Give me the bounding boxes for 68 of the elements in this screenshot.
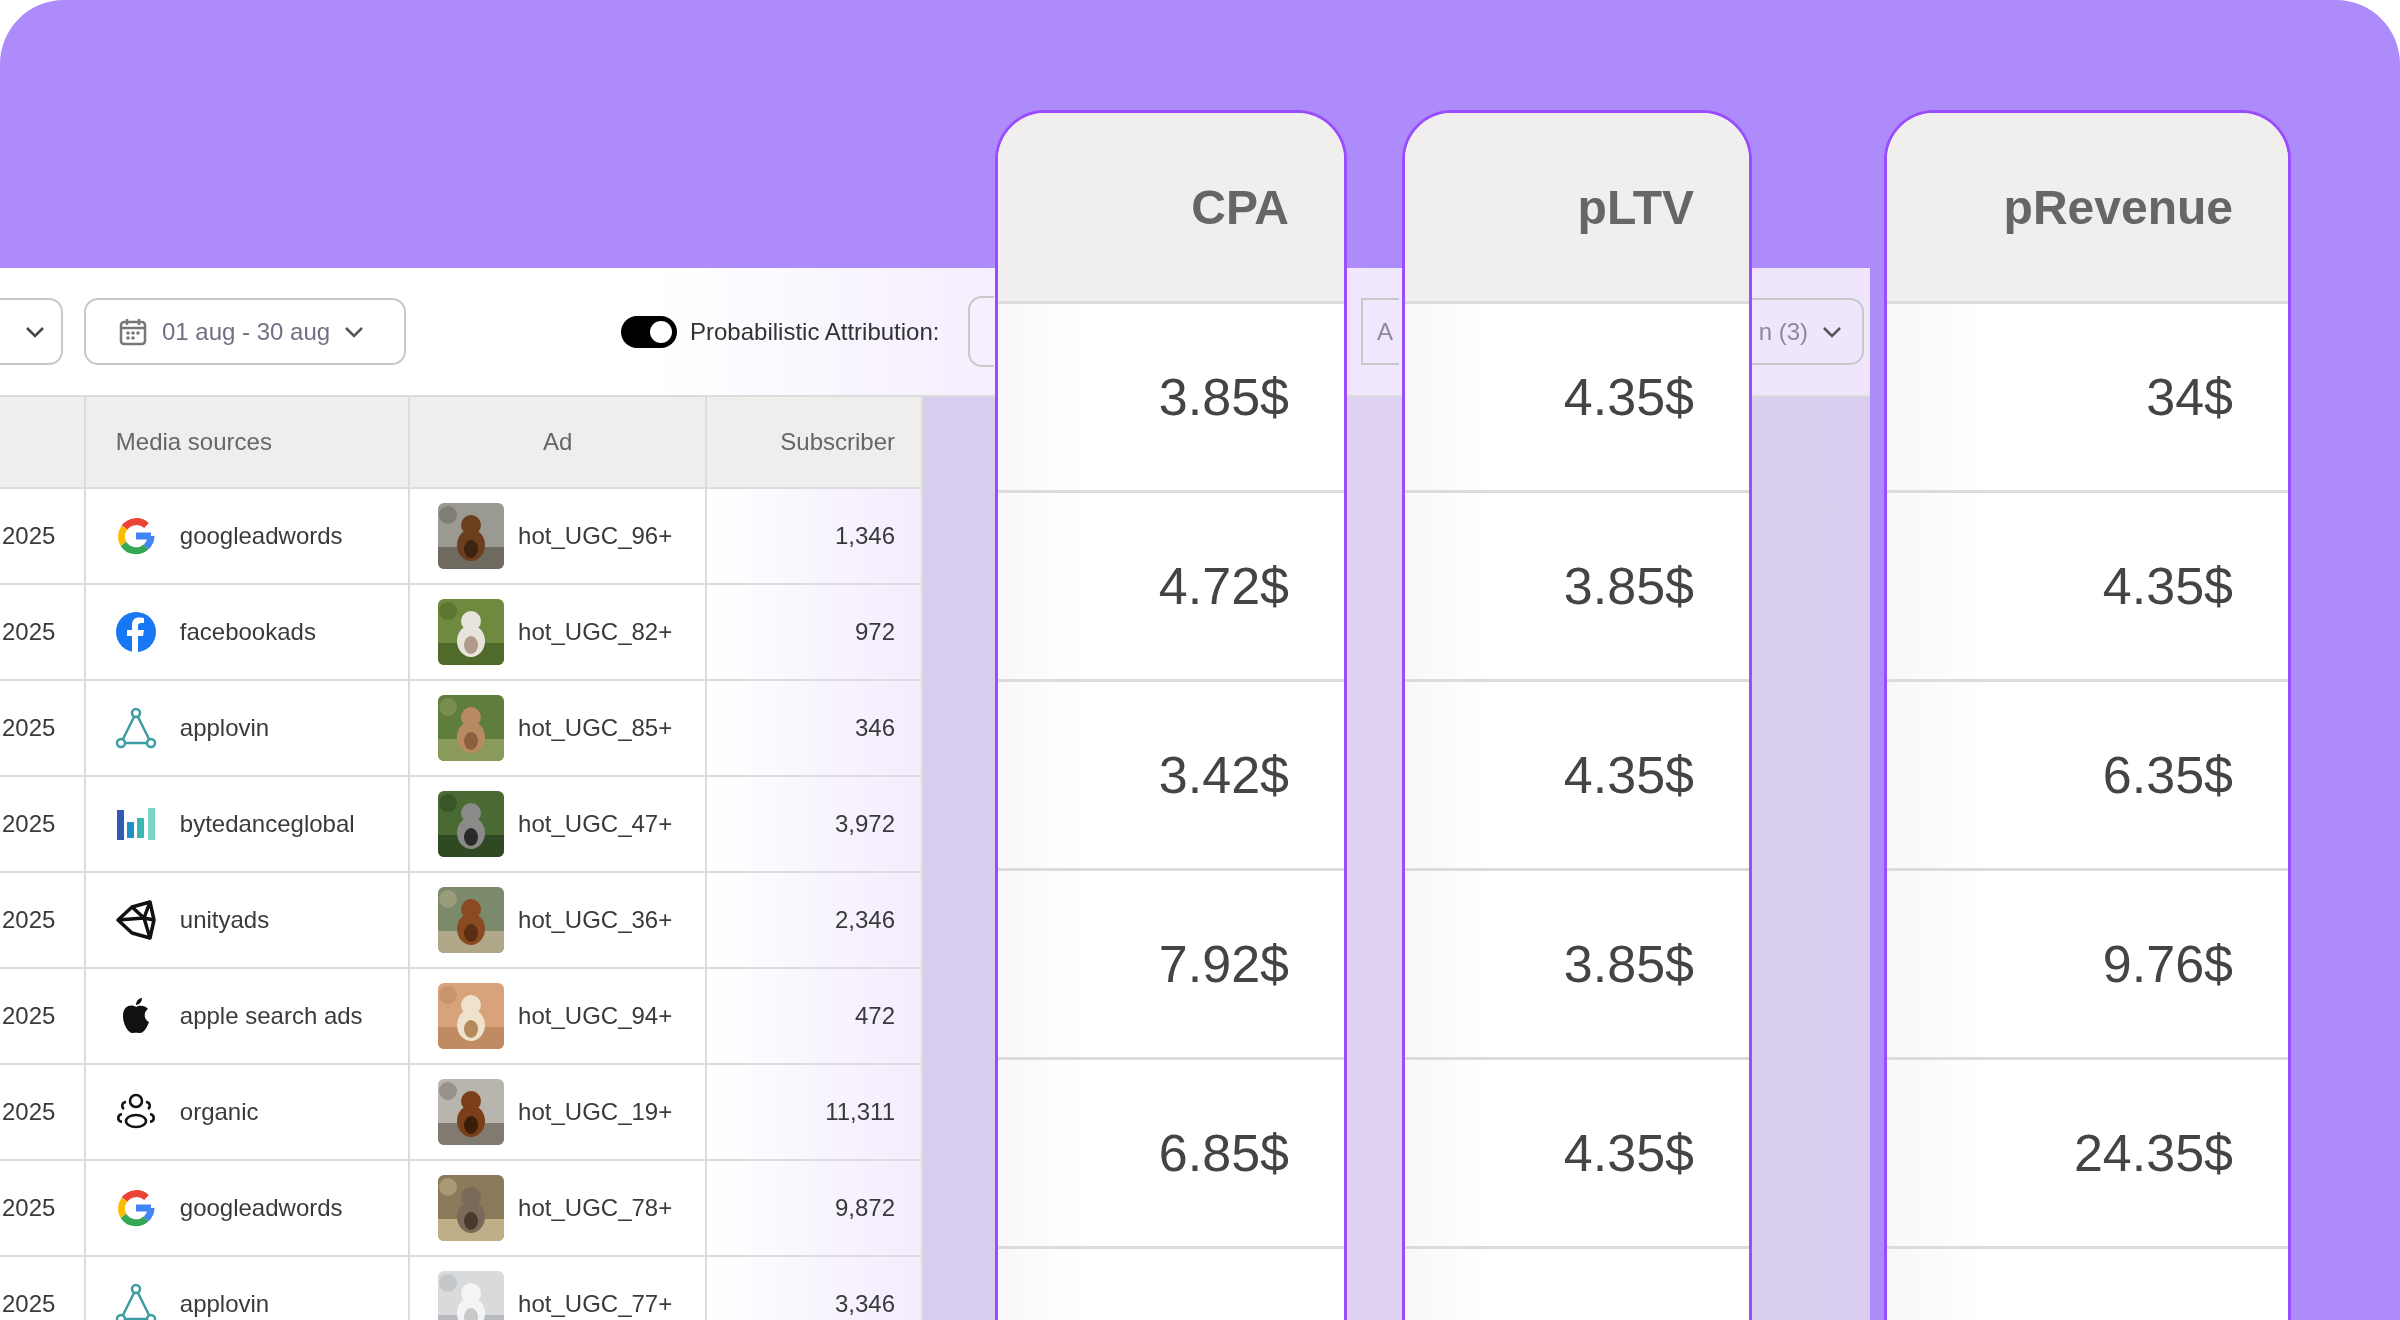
metric-value: 3.85$	[1563, 556, 1694, 616]
media-source-name: unityads	[179, 906, 270, 934]
ad-name: hot_UGC_77+	[518, 1290, 673, 1318]
metric-value: 3.42$	[1158, 745, 1289, 805]
subscriber-count: 1,346	[834, 522, 895, 550]
date-cell: 2025	[2, 810, 56, 838]
filter-segment[interactable]: A	[1361, 298, 1399, 365]
triangle-icon	[113, 706, 158, 750]
ad-name: hot_UGC_85+	[518, 714, 673, 742]
attribution-label: Probabilistic Attribution:	[690, 317, 940, 346]
metric-value: 4.35$	[1563, 1123, 1694, 1183]
letter-f-icon	[113, 610, 158, 654]
ad-name: hot_UGC_96+	[518, 522, 673, 550]
metric-value: 7.92$	[1158, 934, 1289, 994]
date-cell: 2025	[2, 1002, 56, 1030]
metric-value: 4.35$	[1563, 745, 1694, 805]
subscriber-count: 972	[854, 618, 895, 646]
cube-icon	[113, 898, 158, 942]
media-source-name: facebookads	[179, 618, 316, 646]
ad-name: hot_UGC_94+	[518, 1002, 673, 1030]
date-cell: 2025	[2, 1098, 56, 1126]
date-range-button[interactable]: 01 aug - 30 aug	[84, 298, 406, 365]
metric-title: pRevenue	[2003, 179, 2233, 235]
ad-name: hot_UGC_82+	[518, 618, 673, 646]
subscriber-count: 11,311	[825, 1098, 895, 1126]
column-header: Subscriber	[780, 428, 895, 456]
calendar-icon	[118, 316, 148, 347]
date-cell: 2025	[2, 522, 56, 550]
metric-value: 24.35$	[2073, 1123, 2233, 1183]
metric-value: 6.35$	[2102, 745, 2233, 805]
subscriber-count: 472	[854, 1002, 895, 1030]
ad-name: hot_UGC_19+	[518, 1098, 673, 1126]
subscriber-count: 9,872	[834, 1194, 895, 1222]
subscriber-count: 2,346	[834, 906, 895, 934]
date-cell: 2025	[2, 1290, 56, 1318]
metric-value: 3.85$	[1563, 934, 1694, 994]
date-cell: 2025	[2, 1194, 56, 1222]
media-source-name: googleadwords	[179, 1194, 343, 1222]
column-header: Media sources	[115, 428, 272, 456]
ad-name: hot_UGC_78+	[518, 1194, 673, 1222]
ad-name: hot_UGC_47+	[518, 810, 673, 838]
caret-icon	[1822, 325, 1842, 338]
media-source-name: organic	[179, 1098, 259, 1126]
metric-value: 4.35$	[2102, 556, 2233, 616]
ad-name: hot_UGC_36+	[518, 906, 673, 934]
metric-title: pLTV	[1577, 179, 1694, 235]
metric-value: 34$	[2146, 367, 2233, 427]
media-source-name: applovin	[179, 1290, 270, 1318]
subscriber-count: 3,972	[834, 810, 895, 838]
media-source-name: apple search ads	[179, 1002, 363, 1030]
subscriber-count: 3,346	[834, 1290, 895, 1318]
date-cell: 2025	[2, 714, 56, 742]
caret-icon	[344, 325, 365, 338]
metric-value: 6.85$	[1158, 1123, 1289, 1183]
metric-value: 4.35$	[1563, 367, 1694, 427]
subscriber-count: 346	[854, 714, 895, 742]
media-source-name: applovin	[179, 714, 270, 742]
column-header: Ad	[543, 428, 573, 456]
caret-icon	[25, 325, 45, 338]
metric-value: 3.85$	[1158, 367, 1289, 427]
attribution-toggle[interactable]	[621, 315, 677, 348]
metric-value: 4.72$	[1158, 556, 1289, 616]
metric-title: CPA	[1191, 179, 1289, 235]
date-cell: 2025	[2, 906, 56, 934]
media-source-name: googleadwords	[179, 522, 343, 550]
media-source-name: bytedanceglobal	[179, 810, 355, 838]
metric-value: 9.76$	[2102, 934, 2233, 994]
date-cell: 2025	[2, 618, 56, 646]
